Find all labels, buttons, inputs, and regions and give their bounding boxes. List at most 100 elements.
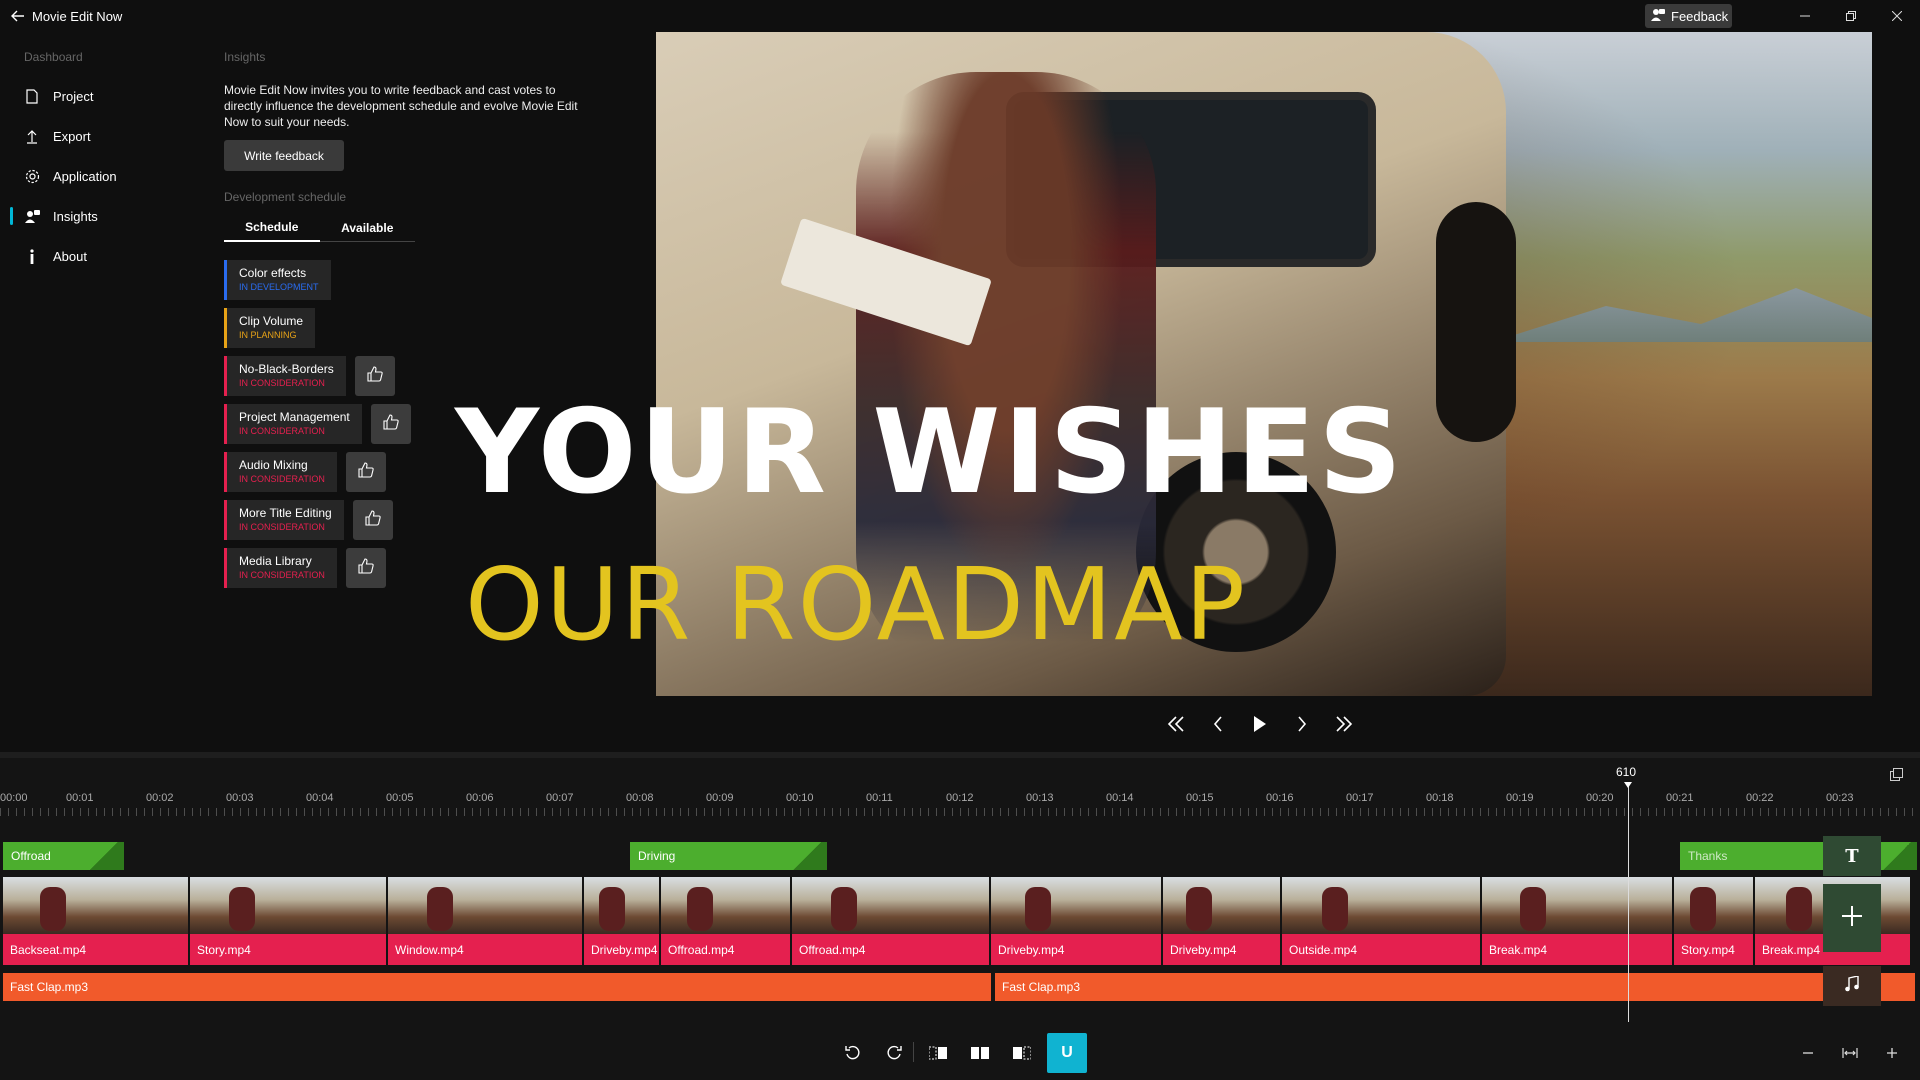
zoom-out-icon[interactable] (1796, 1035, 1820, 1071)
video-clip[interactable]: Offroad.mp4 (661, 877, 792, 965)
info-icon (23, 248, 41, 264)
ruler-label: 00:16 (1266, 792, 1294, 804)
video-clip[interactable]: Backseat.mp4 (3, 877, 190, 965)
video-clip[interactable]: Driveby.mp4 (991, 877, 1163, 965)
ruler-label: 00:01 (66, 792, 94, 804)
play-icon[interactable] (1245, 711, 1275, 737)
next-frame-icon[interactable] (1287, 711, 1317, 737)
sidebar-item-label: About (53, 248, 87, 264)
audio-clip[interactable]: Fast Clap.mp3 (3, 973, 993, 1001)
sidebar-item-export[interactable]: Export (10, 120, 200, 152)
feature-card: Project Management IN CONSIDERATION (224, 404, 362, 444)
plus-icon (1841, 905, 1863, 932)
tab-schedule[interactable]: Schedule (224, 214, 320, 242)
vote-button[interactable] (345, 548, 386, 588)
vote-button[interactable] (354, 356, 395, 396)
video-clip-label: Break.mp4 (1489, 943, 1548, 957)
video-clip-thumbnail (792, 877, 989, 934)
video-clip-label: Driveby.mp4 (1170, 943, 1237, 957)
feedback-icon (1651, 8, 1665, 25)
feature-status: IN DEVELOPMENT (239, 282, 319, 292)
video-clip[interactable]: Offroad.mp4 (792, 877, 991, 965)
playhead-handle[interactable] (1624, 782, 1632, 788)
tab-available[interactable]: Available (320, 214, 416, 242)
sidebar-item-project[interactable]: Project (10, 80, 200, 112)
u-button[interactable]: U (1047, 1033, 1087, 1073)
ruler-label: 00:06 (466, 792, 494, 804)
copy-icon[interactable] (1890, 768, 1903, 786)
close-icon[interactable] (1874, 0, 1920, 32)
feature-name: Media Library (239, 554, 312, 568)
sidebar-heading: Dashboard (24, 50, 83, 64)
ruler-label: 00:11 (866, 792, 893, 804)
trim-start-icon[interactable] (924, 1035, 952, 1071)
write-feedback-button[interactable]: Write feedback (224, 140, 344, 171)
split-clip-icon[interactable] (966, 1035, 994, 1071)
add-audio-button[interactable] (1823, 966, 1881, 1006)
back-arrow-icon[interactable] (8, 6, 28, 26)
sidebar-item-application[interactable]: Application (10, 160, 200, 192)
ruler-label: 00:05 (386, 792, 414, 804)
feedback-button[interactable]: Feedback (1645, 4, 1732, 28)
thumbs-up-icon (358, 557, 374, 579)
preview-headline: YOUR WISHES (455, 385, 1405, 520)
video-clip[interactable]: Story.mp4 (190, 877, 388, 965)
video-clip[interactable]: Break.mp4 (1482, 877, 1674, 965)
ruler-label: 00:14 (1106, 792, 1134, 804)
ruler-label: 00:00 (0, 792, 28, 804)
redo-icon[interactable] (880, 1035, 908, 1071)
add-title-button[interactable]: T (1823, 836, 1881, 876)
minimize-icon[interactable] (1782, 0, 1828, 32)
upload-icon (23, 129, 41, 144)
fit-timeline-icon[interactable] (1836, 1035, 1864, 1071)
skip-to-start-icon[interactable] (1161, 711, 1191, 737)
title-clip[interactable]: Driving (630, 842, 827, 870)
title-clip[interactable]: Offroad (3, 842, 124, 870)
sidebar-item-label: Insights (53, 208, 98, 224)
file-icon (23, 88, 41, 104)
zoom-in-icon[interactable] (1880, 1035, 1904, 1071)
playhead[interactable] (1628, 782, 1629, 1022)
audio-clip[interactable]: Fast Clap.mp3 (995, 973, 1917, 1001)
thumbs-up-icon (367, 365, 383, 387)
sidebar-item-about[interactable]: About (10, 240, 200, 272)
video-clip[interactable]: Outside.mp4 (1282, 877, 1482, 965)
insights-icon (23, 209, 41, 224)
vote-button[interactable] (370, 404, 411, 444)
title-clip[interactable]: Thanks (1680, 842, 1917, 870)
sidebar-item-insights[interactable]: Insights (10, 200, 200, 232)
timeline-ruler[interactable] (0, 808, 1920, 816)
feature-card: Audio Mixing IN CONSIDERATION (224, 452, 337, 492)
video-clip-thumbnail (1282, 877, 1480, 934)
title-bar: Movie Edit Now Feedback (0, 0, 1920, 32)
video-clip[interactable]: Story.mp4 (1674, 877, 1755, 965)
toolbar-divider (913, 1042, 914, 1062)
video-clip[interactable]: Driveby.mp4 (1163, 877, 1282, 965)
playhead-position: 610 (1616, 765, 1637, 779)
ruler-label: 00:22 (1746, 792, 1774, 804)
trim-end-icon[interactable] (1008, 1035, 1036, 1071)
feature-name: Clip Volume (239, 314, 304, 328)
video-clip-label: Driveby.mp4 (591, 943, 658, 957)
ruler-label: 00:02 (146, 792, 174, 804)
feature-item: Media Library IN CONSIDERATION (224, 548, 386, 588)
feature-item: No-Black-Borders IN CONSIDERATION (224, 356, 395, 396)
feedback-label: Feedback (1671, 8, 1729, 24)
video-clip-label: Offroad.mp4 (799, 943, 866, 957)
video-clip[interactable]: Driveby.mp4 (584, 877, 661, 965)
restore-icon[interactable] (1828, 0, 1874, 32)
feature-status: IN CONSIDERATION (239, 570, 325, 580)
video-clip[interactable]: Window.mp4 (388, 877, 584, 965)
vote-button[interactable] (345, 452, 386, 492)
ruler-label: 00:20 (1586, 792, 1614, 804)
sidebar-item-label: Project (53, 88, 94, 104)
vote-button[interactable] (352, 500, 393, 540)
ruler-label: 00:17 (1346, 792, 1374, 804)
previous-frame-icon[interactable] (1203, 711, 1233, 737)
insights-heading: Insights (224, 50, 266, 64)
thumbs-up-icon (358, 461, 374, 483)
video-clip-thumbnail (661, 877, 790, 934)
undo-icon[interactable] (839, 1035, 867, 1071)
skip-to-end-icon[interactable] (1329, 711, 1359, 737)
add-media-button[interactable] (1823, 884, 1881, 952)
